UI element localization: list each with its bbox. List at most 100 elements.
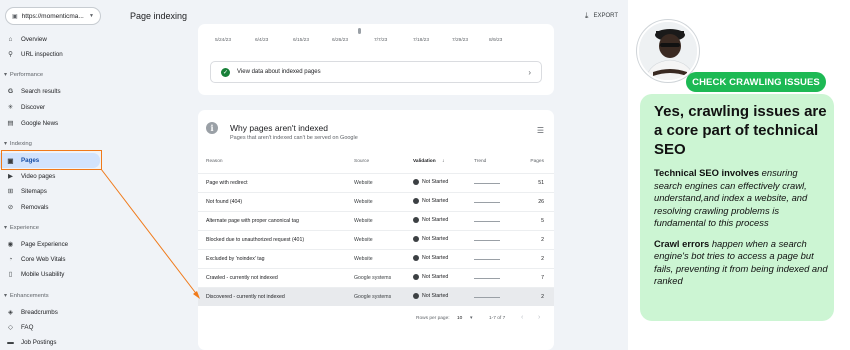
section-enhancements[interactable]: ▾ Enhancements <box>4 293 49 299</box>
status-label: Not Started <box>422 255 449 261</box>
cell-source: Website <box>354 180 373 186</box>
cell-validation: Not Started <box>413 293 448 299</box>
status-icon <box>413 274 419 280</box>
rows-per-page-select[interactable]: 10 <box>457 316 462 321</box>
table-row[interactable]: Excluded by 'noindex' tag Website Not St… <box>198 249 554 268</box>
sidebar-item-url-inspection[interactable]: ⚲ URL inspection <box>0 47 100 61</box>
sidebar-item-faq[interactable]: ◇ FAQ <box>0 320 100 334</box>
cell-source: Website <box>354 199 373 205</box>
cell-reason: Blocked due to unauthorized request (401… <box>206 237 305 243</box>
section-performance[interactable]: ▾ Performance <box>4 72 43 78</box>
cell-source: Website <box>354 237 373 243</box>
trend-sparkline <box>474 278 500 279</box>
col-validation[interactable]: Validation <box>413 159 436 164</box>
date-label: 7/18/23 <box>413 38 430 43</box>
news-icon: ▤ <box>7 120 14 127</box>
cell-source: Google systems <box>354 294 392 300</box>
cell-reason: Page with redirect <box>206 180 248 186</box>
sitemap-icon: ⊞ <box>7 188 14 195</box>
status-icon <box>413 198 419 204</box>
view-indexed-pages-link[interactable]: ✓ View data about indexed pages › <box>210 61 542 83</box>
section-indexing[interactable]: ▾ Indexing <box>4 141 32 147</box>
sidebar-item-discover[interactable]: ✳ Discover <box>0 100 100 114</box>
sidebar-item-label: Video pages <box>21 172 56 180</box>
page-range: 1-7 of 7 <box>489 316 506 321</box>
sidebar-item-removals[interactable]: ⊘ Removals <box>0 200 100 214</box>
sidebar-item-search-results[interactable]: G Search results <box>0 84 100 98</box>
google-g-icon: G <box>7 87 14 95</box>
cell-pages: 7 <box>541 275 544 281</box>
cell-pages: 2 <box>541 294 544 300</box>
cell-reason: Excluded by 'noindex' tag <box>206 256 265 262</box>
why-title: Why pages aren't indexed <box>230 123 329 133</box>
cell-validation: Not Started <box>413 179 448 185</box>
section-title: Indexing <box>9 141 32 147</box>
sidebar-item-job-postings[interactable]: ▬ Job Postings <box>0 335 100 349</box>
trend-sparkline <box>474 259 500 260</box>
sidebar-item-label: Google News <box>21 119 59 127</box>
cell-validation: Not Started <box>413 236 448 242</box>
status-label: Not Started <box>422 198 449 204</box>
export-label: EXPORT <box>593 13 618 19</box>
experience-icon: ◉ <box>7 241 14 248</box>
prev-page-icon[interactable]: ‹ <box>521 314 523 321</box>
sidebar-item-label: Overview <box>21 35 47 43</box>
chevron-down-icon: ▼ <box>89 13 94 19</box>
section-experience[interactable]: ▾ Experience <box>4 225 39 231</box>
cell-source: Website <box>354 218 373 224</box>
sidebar-item-label: Page Experience <box>21 240 69 248</box>
sidebar-item-page-experience[interactable]: ◉ Page Experience <box>0 237 100 251</box>
table-row[interactable]: Blocked due to unauthorized request (401… <box>198 230 554 249</box>
property-selector[interactable]: ▣ https://momenticma... ▼ <box>5 7 101 25</box>
why-subtitle: Pages that aren't indexed can't be serve… <box>230 135 358 141</box>
table-row[interactable]: Crawled - currently not indexed Google s… <box>198 268 554 287</box>
sidebar-item-label: Search results <box>21 87 61 95</box>
col-source[interactable]: Source <box>354 159 369 164</box>
asterisk-icon: ✳ <box>7 104 14 111</box>
col-pages[interactable]: Pages <box>530 159 544 164</box>
trend-sparkline <box>474 221 500 222</box>
table-row-selected[interactable]: Discovered - currently not indexed Googl… <box>198 287 554 306</box>
sidebar-item-mobile-usability[interactable]: ▯ Mobile Usability <box>0 267 100 281</box>
trend-sparkline <box>474 297 500 298</box>
sidebar-item-sitemaps[interactable]: ⊞ Sitemaps <box>0 184 100 198</box>
table-row[interactable]: Page with redirect Website Not Started 5… <box>198 173 554 192</box>
table-row[interactable]: Alternate page with proper canonical tag… <box>198 211 554 230</box>
sidebar-item-video-pages[interactable]: ▶ Video pages <box>0 169 100 183</box>
sidebar-item-label: Job Postings <box>21 338 57 346</box>
next-page-icon[interactable]: › <box>538 314 540 321</box>
check-crawling-issues-tag: CHECK CRAWLING ISSUES <box>686 72 826 92</box>
sidebar-item-label: Mobile Usability <box>21 270 65 278</box>
table-row[interactable]: Not found (404) Website Not Started 26 <box>198 192 554 211</box>
cell-reason: Discovered - currently not indexed <box>206 294 285 300</box>
rows-per-page-label: Rows per page: <box>416 316 450 321</box>
status-icon <box>413 255 419 261</box>
timeline-marker[interactable] <box>358 28 361 34</box>
status-icon <box>413 236 419 242</box>
sidebar: ▣ https://momenticma... ▼ ⌂ Overview ⚲ U… <box>0 0 108 350</box>
sidebar-item-google-news[interactable]: ▤ Google News <box>0 116 100 130</box>
sidebar-item-overview[interactable]: ⌂ Overview <box>0 32 100 46</box>
cell-source: Google systems <box>354 275 392 281</box>
search-console-window: ▣ https://momenticma... ▼ ⌂ Overview ⚲ U… <box>0 0 628 350</box>
sidebar-item-label: Discover <box>21 103 46 111</box>
explanation-panel: CHECK CRAWLING ISSUES Yes, crawling issu… <box>628 0 850 350</box>
cell-reason: Not found (404) <box>206 199 243 205</box>
section-title: Experience <box>9 225 39 231</box>
sidebar-item-core-web-vitals[interactable]: ◔ Core Web Vitals <box>0 252 100 266</box>
sidebar-item-breadcrumbs[interactable]: ◈ Breadcrumbs <box>0 305 100 319</box>
sidebar-item-label: FAQ <box>21 323 34 331</box>
chevron-right-icon: › <box>528 67 531 77</box>
home-icon: ⌂ <box>8 35 13 43</box>
trend-sparkline <box>474 183 500 184</box>
sidebar-item-label: Breadcrumbs <box>21 308 58 316</box>
col-reason[interactable]: Reason <box>206 159 223 164</box>
export-button[interactable]: ⤓ EXPORT <box>585 11 618 21</box>
status-icon <box>413 293 419 299</box>
sidebar-item-label: Sitemaps <box>21 187 47 195</box>
paragraph-technical-seo: Technical SEO involves ensuring search e… <box>654 167 828 230</box>
filter-icon[interactable]: ☰ <box>537 126 544 135</box>
date-label: 5/24/23 <box>215 38 232 43</box>
view-link-label: View data about indexed pages <box>237 69 321 75</box>
layers-icon: ◈ <box>8 309 13 316</box>
